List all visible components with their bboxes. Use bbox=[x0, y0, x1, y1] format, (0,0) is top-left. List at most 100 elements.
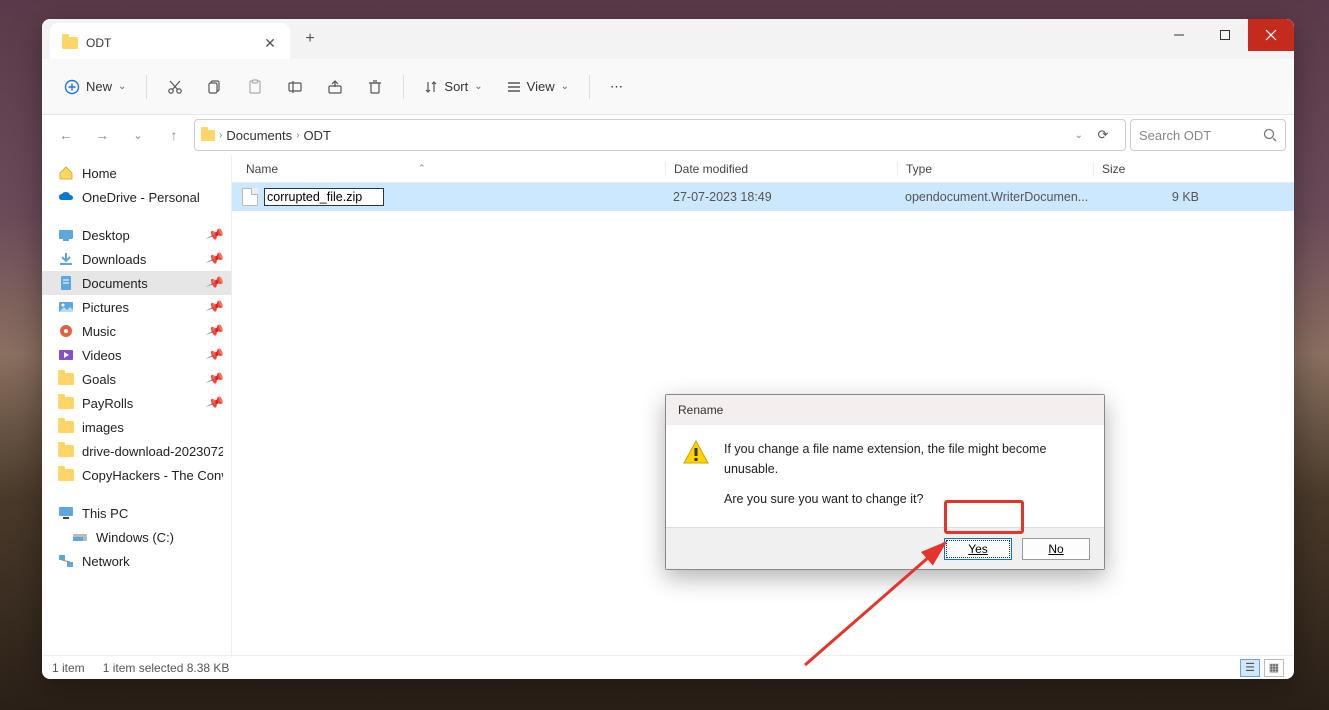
column-date[interactable]: Date modified bbox=[665, 162, 897, 176]
address-bar[interactable]: › Documents › ODT ⌄ ⟳ bbox=[194, 119, 1126, 151]
sidebar-item-drivedl[interactable]: drive-download-20230724T bbox=[42, 439, 231, 463]
yes-button[interactable]: Yes bbox=[944, 538, 1012, 560]
desktop-icon bbox=[58, 228, 74, 242]
sidebar-item-pictures[interactable]: Pictures📌 bbox=[42, 295, 231, 319]
delete-button[interactable] bbox=[357, 73, 393, 101]
toolbar: New ⌄ Sort ⌄ View ⌄ ⋯ bbox=[42, 59, 1294, 115]
minimize-button[interactable] bbox=[1156, 19, 1202, 51]
cut-icon bbox=[167, 79, 183, 95]
sidebar-item-downloads[interactable]: Downloads📌 bbox=[42, 247, 231, 271]
sidebar-item-copyhackers[interactable]: CopyHackers - The Convers bbox=[42, 463, 231, 487]
sidebar-item-videos[interactable]: Videos📌 bbox=[42, 343, 231, 367]
sidebar-item-thispc[interactable]: This PC bbox=[42, 501, 231, 525]
sort-label: Sort bbox=[444, 79, 468, 94]
breadcrumb-documents[interactable]: Documents bbox=[226, 128, 292, 143]
file-explorer-window: ODT ✕ + New ⌄ Sort ⌄ View bbox=[42, 19, 1294, 679]
home-icon bbox=[58, 166, 74, 180]
sidebar: Home OneDrive - Personal Desktop📌 Downlo… bbox=[42, 155, 232, 655]
paste-icon bbox=[247, 79, 263, 95]
search-icon bbox=[1263, 128, 1277, 142]
folder-icon bbox=[58, 445, 74, 457]
cut-button[interactable] bbox=[157, 73, 193, 101]
tab-odt[interactable]: ODT ✕ bbox=[50, 23, 290, 63]
content-area: Name⌃ Date modified Type Size 27-07-2023… bbox=[232, 155, 1294, 655]
pin-icon: 📌 bbox=[205, 273, 226, 294]
refresh-button[interactable]: ⟳ bbox=[1087, 127, 1119, 143]
rename-icon bbox=[287, 79, 303, 95]
downloads-icon bbox=[58, 252, 74, 266]
sort-button[interactable]: Sort ⌄ bbox=[414, 73, 492, 100]
sidebar-item-payrolls[interactable]: PayRolls📌 bbox=[42, 391, 231, 415]
chevron-right-icon: › bbox=[296, 130, 299, 141]
forward-button[interactable]: → bbox=[86, 119, 118, 151]
network-icon bbox=[58, 554, 74, 568]
sort-icon bbox=[424, 80, 438, 94]
sidebar-item-windowsc[interactable]: Windows (C:) bbox=[42, 525, 231, 549]
navbar: ← → ⌄ ↑ › Documents › ODT ⌄ ⟳ Search ODT bbox=[42, 115, 1294, 155]
view-label: View bbox=[527, 79, 555, 94]
pin-icon: 📌 bbox=[205, 225, 226, 246]
search-box[interactable]: Search ODT bbox=[1130, 119, 1286, 151]
chevron-down-icon: ⌄ bbox=[561, 81, 569, 92]
dialog-message-2: Are you sure you want to change it? bbox=[724, 489, 1088, 509]
status-selected: 1 item selected 8.38 KB bbox=[103, 661, 230, 675]
share-button[interactable] bbox=[317, 73, 353, 101]
new-label: New bbox=[86, 79, 112, 94]
maximize-button[interactable] bbox=[1202, 19, 1248, 51]
icons-view-toggle[interactable]: ▦ bbox=[1264, 659, 1284, 677]
folder-icon bbox=[58, 373, 74, 385]
details-view-toggle[interactable]: ☰ bbox=[1240, 659, 1260, 677]
sidebar-item-documents[interactable]: Documents📌 bbox=[42, 271, 231, 295]
folder-icon bbox=[201, 130, 215, 141]
copy-button[interactable] bbox=[197, 73, 233, 101]
sidebar-item-onedrive[interactable]: OneDrive - Personal bbox=[42, 185, 231, 209]
sidebar-item-music[interactable]: Music📌 bbox=[42, 319, 231, 343]
up-button[interactable]: ↑ bbox=[158, 119, 190, 151]
pc-icon bbox=[58, 506, 74, 520]
music-icon bbox=[58, 324, 74, 338]
sort-indicator-icon: ⌃ bbox=[418, 163, 426, 174]
column-type[interactable]: Type bbox=[897, 162, 1093, 176]
sidebar-item-goals[interactable]: Goals📌 bbox=[42, 367, 231, 391]
warning-icon bbox=[682, 439, 710, 467]
recent-button[interactable]: ⌄ bbox=[122, 119, 154, 151]
folder-icon bbox=[58, 397, 74, 409]
rename-input[interactable] bbox=[264, 188, 384, 206]
rename-button[interactable] bbox=[277, 73, 313, 101]
plus-circle-icon bbox=[64, 79, 80, 95]
videos-icon bbox=[58, 348, 74, 362]
new-button[interactable]: New ⌄ bbox=[54, 73, 136, 101]
chevron-right-icon: › bbox=[219, 130, 222, 141]
sidebar-item-desktop[interactable]: Desktop📌 bbox=[42, 223, 231, 247]
breadcrumb-odt[interactable]: ODT bbox=[303, 128, 330, 143]
column-size[interactable]: Size bbox=[1093, 162, 1217, 176]
view-icon bbox=[507, 80, 521, 94]
chevron-down-icon[interactable]: ⌄ bbox=[1075, 130, 1083, 141]
view-button[interactable]: View ⌄ bbox=[497, 73, 579, 100]
column-name[interactable]: Name⌃ bbox=[242, 162, 665, 176]
sidebar-item-images[interactable]: images bbox=[42, 415, 231, 439]
file-type: opendocument.WriterDocumen... bbox=[897, 190, 1093, 204]
new-tab-button[interactable]: + bbox=[290, 19, 330, 59]
trash-icon bbox=[367, 79, 383, 95]
file-size: 9 KB bbox=[1093, 190, 1217, 204]
close-tab-icon[interactable]: ✕ bbox=[262, 35, 278, 51]
status-items: 1 item bbox=[52, 661, 85, 675]
more-button[interactable]: ⋯ bbox=[600, 73, 633, 101]
disk-icon bbox=[72, 530, 88, 544]
titlebar: ODT ✕ + bbox=[42, 19, 1294, 59]
column-headers: Name⌃ Date modified Type Size bbox=[232, 155, 1294, 183]
dialog-message-1: If you change a file name extension, the… bbox=[724, 439, 1088, 479]
close-window-button[interactable] bbox=[1248, 19, 1294, 51]
sidebar-item-network[interactable]: Network bbox=[42, 549, 231, 573]
pin-icon: 📌 bbox=[205, 321, 226, 342]
chevron-down-icon: ⌄ bbox=[474, 81, 482, 92]
pin-icon: 📌 bbox=[205, 249, 226, 270]
file-row[interactable]: 27-07-2023 18:49 opendocument.WriterDocu… bbox=[232, 183, 1294, 211]
pin-icon: 📌 bbox=[205, 297, 226, 318]
file-icon bbox=[242, 188, 258, 206]
sidebar-item-home[interactable]: Home bbox=[42, 161, 231, 185]
back-button[interactable]: ← bbox=[50, 119, 82, 151]
no-button[interactable]: No bbox=[1022, 538, 1090, 560]
paste-button[interactable] bbox=[237, 73, 273, 101]
